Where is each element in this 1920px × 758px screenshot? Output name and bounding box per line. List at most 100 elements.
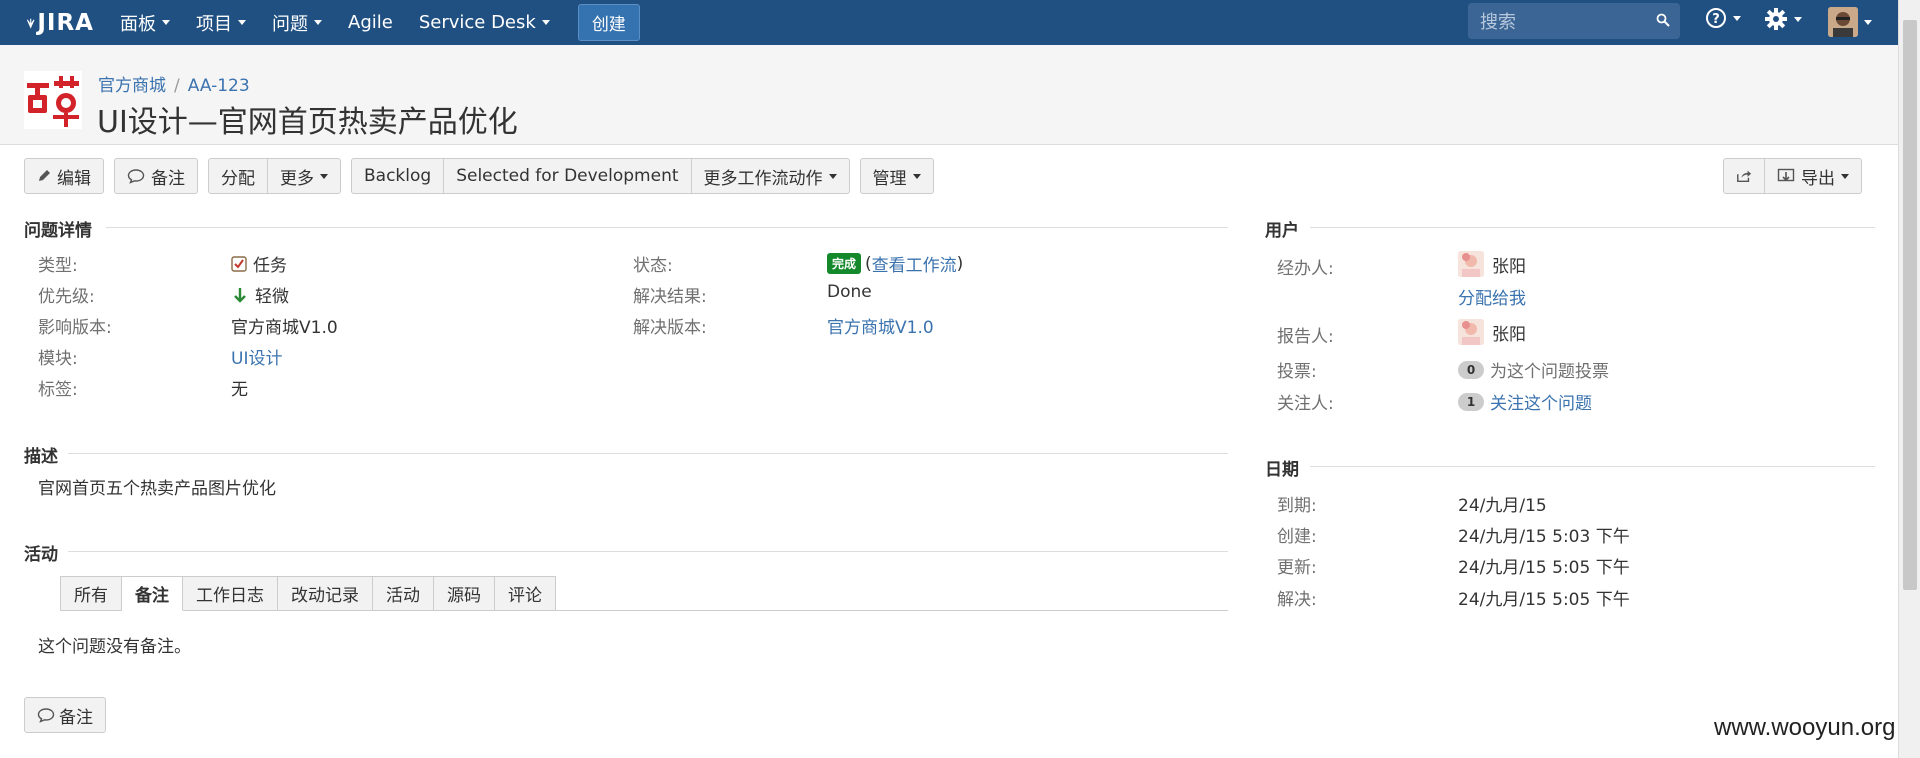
vote-link[interactable]: 为这个问题投票 <box>1490 357 1609 382</box>
user-avatar <box>1828 7 1858 37</box>
edit-button[interactable]: 编辑 <box>24 158 104 194</box>
project-avatar[interactable] <box>24 71 82 129</box>
dates-heading: 日期 <box>1265 460 1299 480</box>
nav-dashboards[interactable]: 面板 <box>120 0 170 45</box>
more-button[interactable]: 更多 <box>268 158 341 194</box>
chevron-down-icon <box>541 20 550 25</box>
status-badge: 完成 <box>827 253 862 274</box>
watchers-label: 关注人: <box>1277 394 1334 414</box>
description-heading: 描述 <box>24 447 58 467</box>
help-menu[interactable]: ? <box>1705 7 1741 29</box>
assignee-avatar-icon <box>1458 251 1484 277</box>
gear-icon <box>1765 8 1787 30</box>
assignee-avatar <box>1458 251 1484 277</box>
activity-tabs: 所有 备注 工作日志 改动记录 活动 源码 评论 <box>60 576 556 611</box>
resolved-label: 解决: <box>1277 590 1317 610</box>
nav-projects[interactable]: 项目 <box>196 0 246 45</box>
votes-label: 投票: <box>1277 362 1317 382</box>
issue-toolbar: 编辑 备注 分配 更多 Backlog Selected for Develop… <box>24 158 944 194</box>
add-comment-button[interactable]: 备注 <box>24 697 106 733</box>
details-heading: 问题详情 <box>24 221 92 241</box>
chevron-down-icon <box>238 20 246 25</box>
user-avatar-icon <box>1828 7 1858 37</box>
assign-more-group: 分配 更多 <box>208 158 341 194</box>
user-menu[interactable] <box>1828 7 1872 37</box>
nav-service-desk[interactable]: Service Desk <box>419 0 550 45</box>
watch-link[interactable]: 关注这个问题 <box>1490 389 1592 414</box>
chevron-down-icon <box>1864 19 1872 25</box>
assign-button[interactable]: 分配 <box>208 158 268 194</box>
tab-worklog[interactable]: 工作日志 <box>183 576 278 611</box>
nav-agile[interactable]: Agile <box>348 0 393 45</box>
chevron-down-icon <box>1841 173 1849 179</box>
labels-value: 无 <box>231 380 248 400</box>
breadcrumb-separator: / <box>174 76 180 96</box>
more-workflow-label: 更多工作流动作 <box>703 168 823 189</box>
scrollbar-thumb[interactable] <box>1903 20 1917 590</box>
add-comment-label: 备注 <box>59 707 93 728</box>
issue-header: 官方商城 / AA-123 UI设计—官网首页热卖产品优化 <box>0 45 1898 145</box>
help-icon: ? <box>1706 8 1726 28</box>
jira-logo[interactable]: JIRA <box>26 10 94 36</box>
fix-version-link[interactable]: 官方商城V1.0 <box>827 313 934 338</box>
breadcrumb-issue-key[interactable]: AA-123 <box>188 76 250 96</box>
chevron-down-icon <box>320 173 328 179</box>
people-divider <box>1310 227 1875 228</box>
right-toolbar: 导出 <box>1723 158 1862 194</box>
chevron-down-icon <box>1794 16 1802 22</box>
backlog-button[interactable]: Backlog <box>351 158 445 194</box>
reporter-avatar <box>1458 319 1484 345</box>
priority-value: 轻微 <box>233 282 289 307</box>
tab-all[interactable]: 所有 <box>60 576 122 611</box>
issue-summary[interactable]: UI设计—官网首页热卖产品优化 <box>97 97 518 141</box>
workflow-group: Backlog Selected for Development 更多工作流动作 <box>351 158 850 194</box>
more-label: 更多 <box>280 168 314 189</box>
settings-menu[interactable] <box>1764 7 1802 31</box>
component-link[interactable]: UI设计 <box>231 344 282 369</box>
tab-comments[interactable]: 备注 <box>122 576 183 611</box>
details-divider <box>106 227 1228 228</box>
pencil-icon <box>39 170 50 181</box>
page-scrollbar[interactable] <box>1898 0 1920 758</box>
assignee-label: 经办人: <box>1277 259 1334 279</box>
view-workflow-link[interactable]: 查看工作流 <box>872 251 957 276</box>
assignee-name[interactable]: 张阳 <box>1492 252 1526 277</box>
fix-version-label: 解决版本: <box>633 318 707 338</box>
paren-close: ) <box>956 253 964 274</box>
resolution-label: 解决结果: <box>633 287 707 307</box>
nav-agile-label: Agile <box>348 12 393 33</box>
breadcrumb-project[interactable]: 官方商城 <box>98 76 166 96</box>
search-input[interactable]: 搜索 <box>1468 3 1680 39</box>
type-label: 类型: <box>38 256 78 276</box>
share-button[interactable] <box>1723 158 1765 194</box>
admin-button[interactable]: 管理 <box>859 158 934 194</box>
selected-for-development-button[interactable]: Selected for Development <box>444 158 692 194</box>
breadcrumb: 官方商城 / AA-123 <box>98 71 250 96</box>
watchers-value: 1 关注这个问题 <box>1458 389 1592 414</box>
dates-divider <box>1310 466 1875 467</box>
chevron-down-icon <box>912 173 921 179</box>
comment-button[interactable]: 备注 <box>114 158 198 194</box>
no-comments-text: 这个问题没有备注。 <box>38 637 191 657</box>
svg-text:?: ? <box>1712 12 1720 27</box>
export-icon <box>1777 168 1795 182</box>
description-divider <box>68 453 1228 454</box>
tab-source[interactable]: 源码 <box>434 576 495 611</box>
tab-reviews[interactable]: 评论 <box>495 576 556 611</box>
due-value: 24/九月/15 <box>1458 496 1547 516</box>
type-value: 任务 <box>231 251 287 276</box>
labels-label: 标签: <box>38 380 78 400</box>
admin-group: 管理 <box>859 158 934 194</box>
assign-to-me-link[interactable]: 分配给我 <box>1458 284 1526 309</box>
watchers-count-badge: 1 <box>1458 392 1484 411</box>
tab-history[interactable]: 改动记录 <box>278 576 373 611</box>
more-workflow-button[interactable]: 更多工作流动作 <box>691 158 850 194</box>
description-text[interactable]: 官网首页五个热卖产品图片优化 <box>38 474 276 499</box>
nav-issues[interactable]: 问题 <box>272 0 322 45</box>
create-button[interactable]: 创建 <box>577 4 640 41</box>
reporter-name[interactable]: 张阳 <box>1492 320 1526 345</box>
export-button[interactable]: 导出 <box>1765 158 1862 194</box>
votes-count-badge: 0 <box>1458 360 1484 379</box>
top-navigation: JIRA 面板 项目 问题 Agile Service Desk 创建 搜索 ? <box>0 0 1898 45</box>
tab-activity[interactable]: 活动 <box>373 576 434 611</box>
